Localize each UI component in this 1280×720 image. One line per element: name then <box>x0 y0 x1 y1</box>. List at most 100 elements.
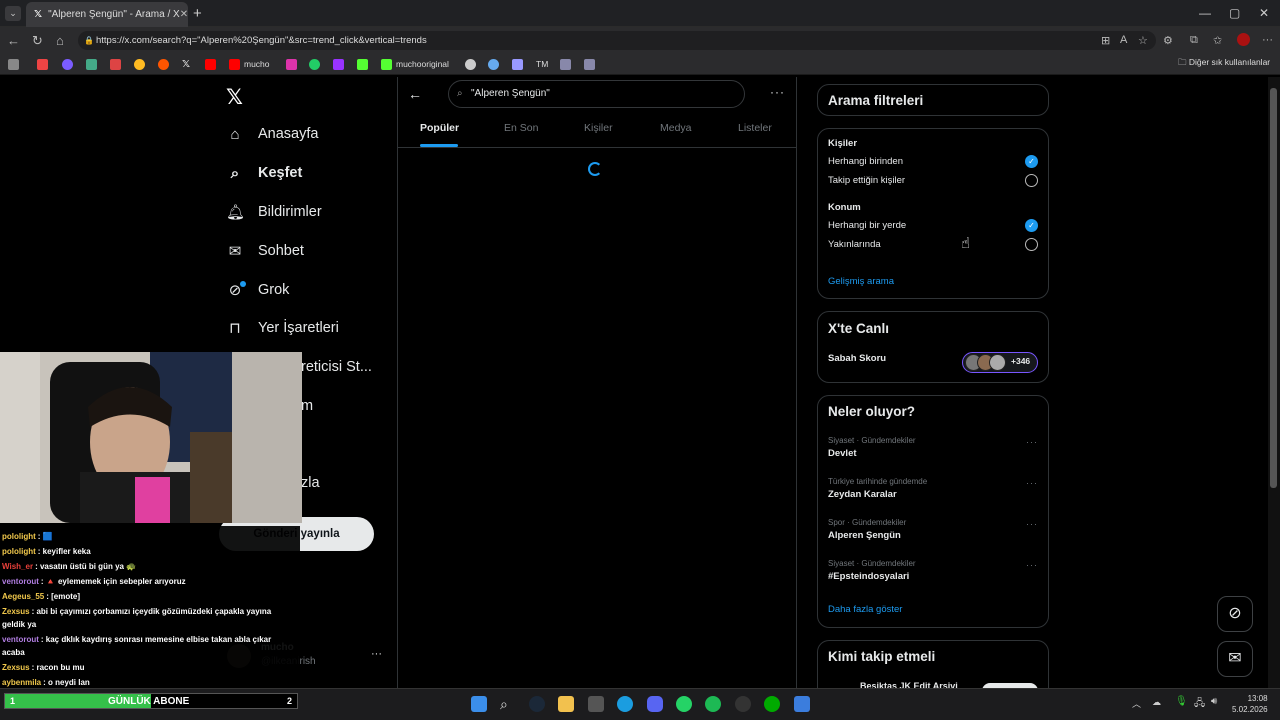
reload-icon[interactable]: ↻ <box>32 33 43 49</box>
nav-item-grok[interactable]: ⊘ Grok <box>226 278 290 302</box>
filter-option-label[interactable]: Herhangi birinden <box>828 156 903 167</box>
app-available-icon[interactable]: ⊞ <box>1101 34 1110 47</box>
space-name[interactable]: Sabah Skoru <box>828 353 886 364</box>
url-field[interactable]: 🔒 https://x.com/search?q="Alperen%20Şeng… <box>78 31 1156 50</box>
bookmark-icon-8[interactable] <box>560 57 571 71</box>
start-menu-icon[interactable] <box>471 696 487 712</box>
back-arrow-icon[interactable]: ← <box>7 33 20 48</box>
profile-avatar-icon[interactable] <box>1237 33 1250 46</box>
filter-option-label[interactable]: Yakınlarında <box>828 239 881 250</box>
advanced-search-link[interactable]: Gelişmiş arama <box>828 276 894 287</box>
nav-item-explore[interactable]: ⌕ Keşfet <box>226 161 303 185</box>
radio-anywhere[interactable]: ✓ <box>1025 219 1038 232</box>
favorite-star-icon[interactable]: ☆ <box>1138 34 1148 47</box>
scrollbar-thumb[interactable] <box>1270 88 1277 488</box>
twitch-icon[interactable] <box>333 57 344 71</box>
trend-more-icon[interactable]: ··· <box>1026 560 1038 570</box>
bookmark-icon-1[interactable] <box>8 57 19 71</box>
app-icon[interactable] <box>735 696 751 712</box>
bookmark-icon-3[interactable] <box>62 57 73 71</box>
steam-icon[interactable] <box>529 696 545 712</box>
other-bookmarks-folder[interactable]: 🗀 Diğer sık kullanılanlar <box>1178 57 1270 71</box>
trend-item[interactable]: Siyaset · Gündemdekiler Devlet ··· <box>828 436 1038 462</box>
tab-people[interactable]: Kişiler <box>584 122 613 134</box>
new-tab-button[interactable]: + <box>193 5 202 22</box>
tab-close-icon[interactable]: ✕ <box>180 9 188 20</box>
file-explorer-icon[interactable] <box>558 696 574 712</box>
x-logo[interactable]: 𝕏 <box>226 85 243 110</box>
radio-people-you-follow[interactable] <box>1025 174 1038 187</box>
show-more-link[interactable]: Daha fazla göster <box>828 604 902 615</box>
radio-from-anyone[interactable]: ✓ <box>1025 155 1038 168</box>
nav-item-notifications[interactable]: 🔔︎ Bildirimler <box>226 200 322 224</box>
bookmark-tm[interactable]: TM <box>536 57 548 71</box>
nav-item-messages[interactable]: ✉ Sohbet <box>226 239 304 263</box>
browser-menu-icon[interactable]: ··· <box>1262 34 1273 46</box>
filter-option-label[interactable]: Herhangi bir yerde <box>828 220 906 231</box>
radio-near-you[interactable] <box>1025 238 1038 251</box>
trend-more-icon[interactable]: ··· <box>1026 478 1038 488</box>
nav-item-home[interactable]: ⌂ Anasayfa <box>226 122 318 146</box>
trend-more-icon[interactable]: ··· <box>1026 519 1038 529</box>
search-more-options-icon[interactable]: ··· <box>770 85 785 99</box>
whatsapp-icon[interactable] <box>309 57 320 71</box>
bookmark-icon-7[interactable] <box>512 57 523 71</box>
nav-item-bookmarks[interactable]: ⊓ Yer İşaretleri <box>226 316 339 340</box>
whatsapp-icon[interactable] <box>676 696 692 712</box>
trend-item[interactable]: Spor · Gündemdekiler Alperen Şengün ··· <box>828 518 1038 544</box>
trend-item[interactable]: Siyaset · Gündemdekiler #Epsteindosyalar… <box>828 559 1038 585</box>
search-input[interactable]: ⌕ "Alperen Şengün" <box>448 80 745 108</box>
tab-top[interactable]: Popüler <box>420 122 459 134</box>
nav-item-more[interactable]: zla <box>301 471 320 495</box>
chrome-icon[interactable] <box>134 57 145 71</box>
tab-list-chevron-icon[interactable]: ⌄ <box>5 6 21 21</box>
store-icon[interactable] <box>588 696 604 712</box>
grok-fab-icon[interactable]: ⊘ <box>1217 596 1253 632</box>
bookmark-mucho[interactable]: mucho <box>229 57 270 71</box>
trend-more-icon[interactable]: ··· <box>1026 437 1038 447</box>
app-icon[interactable] <box>764 696 780 712</box>
gmail-icon[interactable] <box>110 57 121 71</box>
reddit-icon[interactable] <box>158 57 169 71</box>
bookmark-icon-6[interactable] <box>488 57 499 71</box>
nav-label: Yer İşaretleri <box>258 320 339 336</box>
favorites-icon[interactable]: ✩ <box>1213 34 1222 47</box>
bookmark-icon-2[interactable] <box>37 57 48 71</box>
trend-item[interactable]: Türkiye tarihinde gündemde Zeydan Karala… <box>828 477 1038 503</box>
tab-latest[interactable]: En Son <box>504 122 538 134</box>
search-icon[interactable]: ⌕ <box>500 696 516 712</box>
tab-media[interactable]: Medya <box>660 122 692 134</box>
chevron-up-icon[interactable]: ︿ <box>1132 697 1141 710</box>
bookmark-icon-9[interactable] <box>584 57 595 71</box>
system-clock[interactable]: 13:08 5.02.2026 <box>1232 693 1268 715</box>
discord-icon[interactable] <box>647 696 663 712</box>
maximize-button[interactable]: ▢ <box>1229 6 1240 20</box>
home-button-icon[interactable]: ⌂ <box>56 33 64 48</box>
window-close-button[interactable]: ✕ <box>1259 6 1269 20</box>
extensions-icon[interactable]: ⚙ <box>1163 34 1173 47</box>
instagram-icon[interactable] <box>286 57 297 71</box>
tray-icon[interactable]: ☁ <box>1152 697 1161 708</box>
spotify-icon[interactable] <box>705 696 721 712</box>
bookmark-icon-5[interactable] <box>465 57 476 71</box>
split-screen-icon[interactable]: ⧉ <box>1190 34 1198 47</box>
volume-icon[interactable]: 🔊︎ <box>1211 696 1217 707</box>
bookmark-muchooriginal[interactable]: muchooriginal <box>381 57 449 71</box>
network-icon[interactable]: 🖧︎ <box>1194 696 1205 713</box>
kick-icon[interactable] <box>357 57 368 71</box>
tab-lists[interactable]: Listeler <box>738 122 772 134</box>
nav-item-creator-studio[interactable]: reticisi St... <box>301 355 372 379</box>
microphone-icon[interactable]: 🎙︎ <box>1175 696 1188 707</box>
edge-icon[interactable] <box>617 696 633 712</box>
browser-tab-active[interactable]: 𝕏 "Alperen Şengün" - Arama / X ✕ <box>26 2 188 27</box>
messages-fab-icon[interactable]: ✉ <box>1217 641 1253 677</box>
x-bookmark-icon[interactable]: 𝕏 <box>182 57 190 71</box>
back-arrow-icon[interactable]: ← <box>408 86 422 102</box>
youtube-icon[interactable] <box>205 57 216 71</box>
read-aloud-icon[interactable]: A <box>1120 34 1127 46</box>
bookmark-icon-4[interactable] <box>86 57 97 71</box>
minimize-button[interactable]: — <box>1199 6 1211 20</box>
filter-option-label[interactable]: Takip ettiğin kişiler <box>828 175 905 186</box>
app-icon[interactable] <box>794 696 810 712</box>
nav-item-premium[interactable]: m <box>301 394 313 418</box>
